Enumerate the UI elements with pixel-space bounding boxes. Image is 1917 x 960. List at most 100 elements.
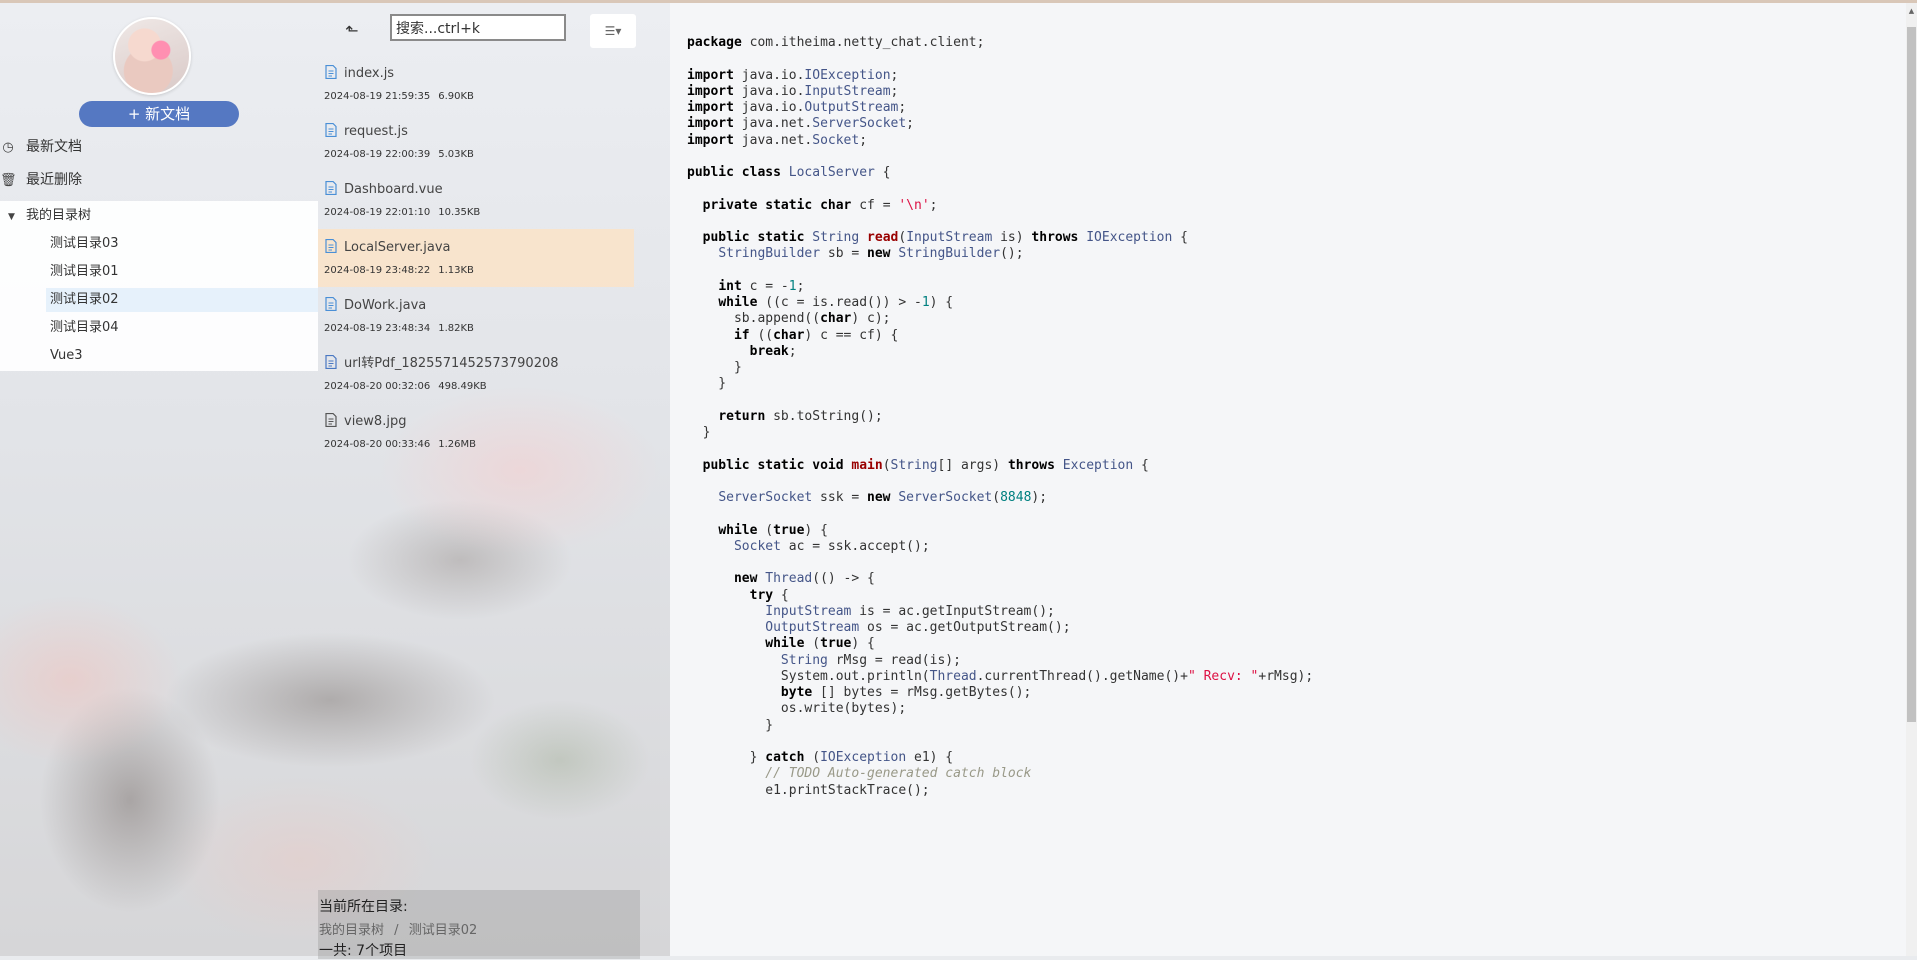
file-date: 2024-08-20 00:33:46 [324,439,431,450]
file-icon [325,239,337,253]
list-view-icon: ☰▾ [604,24,622,38]
file-size: 1.13KB [438,265,474,276]
code-line: private static char cf = '\n'; [702,197,938,213]
avatar[interactable] [113,17,191,95]
search-input[interactable] [390,14,566,41]
tree-item-label: 测试目录01 [50,264,119,279]
file-name: index.js [325,65,394,82]
file-icon [325,181,337,195]
nav-latest-docs[interactable]: ◷ 最新文档 [0,135,82,159]
tree-root[interactable]: ▼ 我的目录树 [8,204,91,228]
trash-icon: 🗑 [0,173,17,188]
breadcrumb-root[interactable]: 我的目录树 [319,923,384,938]
file-list-item[interactable]: DoWork.java 2024-08-19 23:48:34 1.82KB [318,287,634,345]
breadcrumb-current[interactable]: 测试目录02 [409,923,478,938]
code-block: package com.itheima.netty_chat.client; i… [687,35,1313,799]
code-line: while ((c = is.read()) > -1) { [718,295,954,310]
file-list-item[interactable]: index.js 2024-08-19 21:59:35 6.90KB [318,55,634,113]
code-line: if ((char) c == cf) { [733,327,899,343]
code-line: public static String read(InputStream is… [702,230,1188,245]
code-line: import java.net.ServerSocket; [687,116,914,132]
code-line: System.out.println(Thread.currentThread(… [687,668,1314,684]
image-file-icon [325,413,337,427]
code-line: String rMsg = read(is); [780,652,961,668]
code-line: public class LocalServer { [687,165,891,180]
file-meta: 2024-08-19 21:59:35 6.90KB [324,91,474,102]
nav-label: 最近删除 [26,172,82,188]
file-name: DoWork.java [325,297,426,314]
code-line: InputStream is = ac.getInputStream(); [765,603,1055,619]
file-meta: 2024-08-19 22:00:39 5.03KB [324,149,474,160]
code-line: } [687,360,742,375]
file-name: LocalServer.java [325,239,451,256]
code-line: ServerSocket ssk = new ServerSocket(8848… [718,490,1048,505]
code-line: sb.append((char) c); [687,311,891,327]
file-icon [325,355,337,369]
nav-recently-deleted[interactable]: 🗑 最近删除 [0,168,82,192]
file-size: 6.90KB [438,91,474,102]
code-line: Socket ac = ssk.accept(); [733,538,930,554]
code-line: // TODO Auto-generated catch block [687,766,1032,782]
tree-item-active[interactable]: 测试目录02 [46,288,318,312]
code-line: break; [749,343,797,359]
file-list-item[interactable]: request.js 2024-08-19 22:00:39 5.03KB [318,113,634,171]
go-up-icon[interactable]: ⬑ [342,21,362,41]
directory-tree: ▼ 我的目录树 测试目录03 测试目录01 测试目录02 测试目录04 Vue3 [0,201,318,371]
clock-icon: ◷ [2,140,14,155]
code-line: while (true) { [765,636,875,652]
tree-item[interactable]: 测试目录01 [0,260,318,284]
code-line: os.write(bytes); [687,701,907,717]
scrollbar-thumb[interactable] [1907,27,1916,722]
code-line: byte [] bytes = rMsg.getBytes(); [780,685,1032,700]
new-doc-button[interactable]: + 新文档 [79,101,239,127]
file-list-item[interactable]: Dashboard.vue 2024-08-19 22:01:10 10.35KB [318,171,634,229]
file-icon [325,65,337,79]
code-line: } [687,717,774,733]
code-line: import java.io.InputStream; [687,83,899,99]
file-meta: 2024-08-19 23:48:34 1.82KB [324,323,474,334]
code-line: public static void main(String[] args) t… [702,457,1149,473]
code-viewer: package com.itheima.netty_chat.client; i… [670,3,1906,956]
file-list-item[interactable]: view8.jpg 2024-08-20 00:33:46 1.26MB [318,403,634,461]
file-list-panel: ⬑ ☰▾ index.js 2024-08-19 21:59:35 6.90KB re… [318,3,640,959]
tree-item[interactable]: 测试目录03 [0,232,318,256]
file-icon [325,297,337,311]
code-line: import java.io.OutputStream; [687,100,907,115]
caret-down-icon[interactable]: ▼ [8,205,18,229]
tree-item[interactable]: 测试目录04 [0,316,318,340]
file-date: 2024-08-20 00:32:06 [324,381,431,392]
file-icon [325,123,337,137]
file-size: 10.35KB [438,207,481,218]
code-line: import java.io.IOException; [687,67,899,83]
file-list-item[interactable]: url转Pdf_1825571452573790208 2024-08-20 00… [318,345,634,403]
file-name: view8.jpg [325,413,406,430]
code-line: package com.itheima.netty_chat.client; [687,35,985,50]
code-line: } [687,376,727,392]
tree-item-label: 测试目录02 [50,292,119,307]
file-name: Dashboard.vue [325,181,443,198]
file-meta: 2024-08-19 23:48:22 1.13KB [324,265,474,276]
file-date: 2024-08-19 23:48:34 [324,323,431,334]
tree-item-label: Vue3 [50,348,83,363]
code-line: StringBuilder sb = new StringBuilder(); [718,246,1024,262]
file-size: 5.03KB [438,149,474,160]
view-mode-button[interactable]: ☰▾ [590,14,636,48]
status-bar: 当前所在目录: 我的目录树 / 测试目录02 一共: 7个项目 [318,890,640,959]
code-line: } [687,425,711,440]
tree-item[interactable]: Vue3 [0,344,318,368]
file-size: 1.82KB [438,323,474,334]
scrollbar[interactable]: ▲ [1906,3,1917,956]
code-line: while (true) { [718,522,828,538]
code-line: int c = -1; [718,278,805,294]
file-date: 2024-08-19 21:59:35 [324,91,431,102]
scroll-up-arrow-icon[interactable]: ▲ [1906,7,1917,15]
nav-label: 最新文档 [26,139,82,155]
code-line: } catch (IOException e1) { [687,750,954,765]
code-line: OutputStream os = ac.getOutputStream(); [765,620,1071,635]
item-count: 一共: 7个项目 [319,943,408,959]
file-meta: 2024-08-20 00:32:06 498.49KB [324,381,487,392]
file-date: 2024-08-19 22:01:10 [324,207,431,218]
tree-item-label: 测试目录03 [50,236,119,251]
file-list-item[interactable]: LocalServer.java 2024-08-19 23:48:22 1.13K… [318,229,634,287]
tree-root-label: 我的目录树 [26,208,92,223]
